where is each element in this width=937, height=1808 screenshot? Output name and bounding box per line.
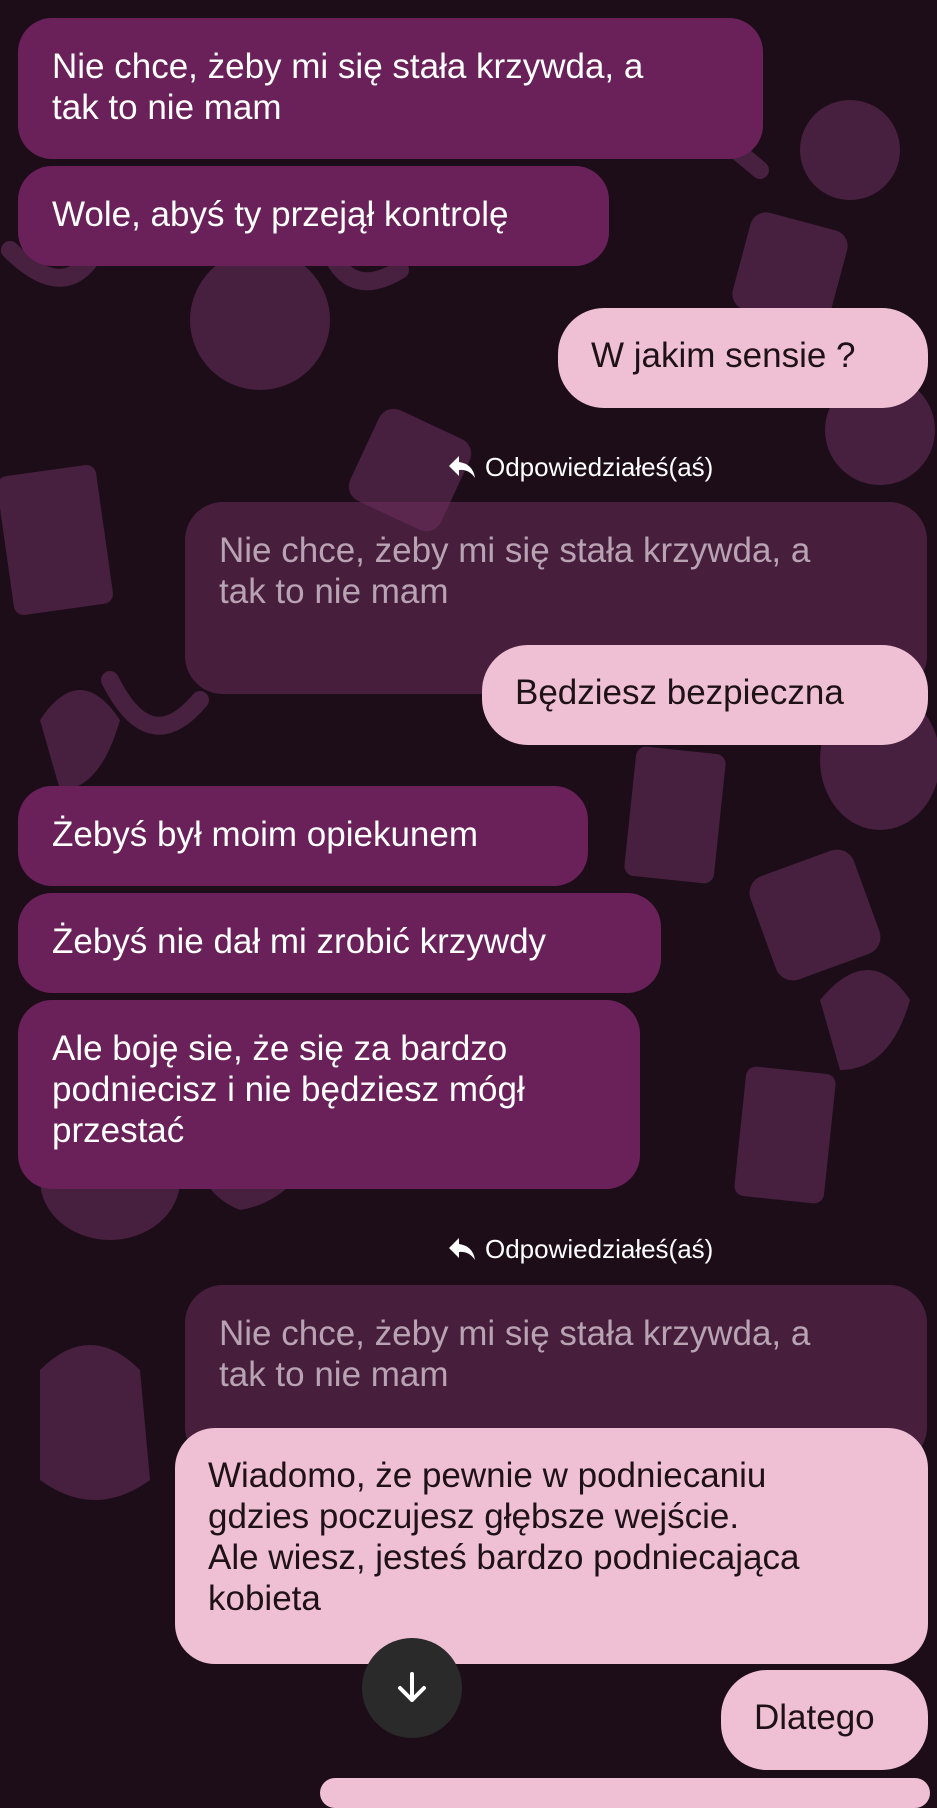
incoming-message[interactable]: Ale boję sie, że się za bardzo podniecis…: [18, 1000, 640, 1189]
arrow-down-icon: [398, 1672, 426, 1702]
reply-arrow-icon: [449, 1238, 475, 1260]
incoming-message[interactable]: Nie chce, żeby mi się stała krzywda, a t…: [18, 18, 763, 159]
outgoing-message[interactable]: Wiadomo, że pewnie w podniecaniu gdzies …: [175, 1428, 928, 1664]
reply-label: Odpowiedziałeś(aś): [485, 452, 714, 482]
incoming-message[interactable]: Żebyś był moim opiekunem: [18, 786, 588, 886]
incoming-message[interactable]: Wole, abyś ty przejął kontrolę: [18, 166, 609, 266]
scroll-to-bottom-button[interactable]: [362, 1638, 462, 1738]
reply-indicator: Odpowiedziałeś(aś): [447, 452, 713, 482]
outgoing-message[interactable]: W jakim sensie ?: [558, 308, 928, 408]
reply-arrow-icon: [449, 456, 475, 478]
next-message-peek: [320, 1778, 930, 1808]
incoming-message[interactable]: Żebyś nie dał mi zrobić krzywdy: [18, 893, 661, 993]
outgoing-message[interactable]: Będziesz bezpieczna: [482, 645, 928, 745]
outgoing-message[interactable]: Dlatego: [721, 1670, 928, 1770]
reply-indicator: Odpowiedziałeś(aś): [447, 1234, 713, 1264]
reply-label: Odpowiedziałeś(aś): [485, 1234, 714, 1264]
